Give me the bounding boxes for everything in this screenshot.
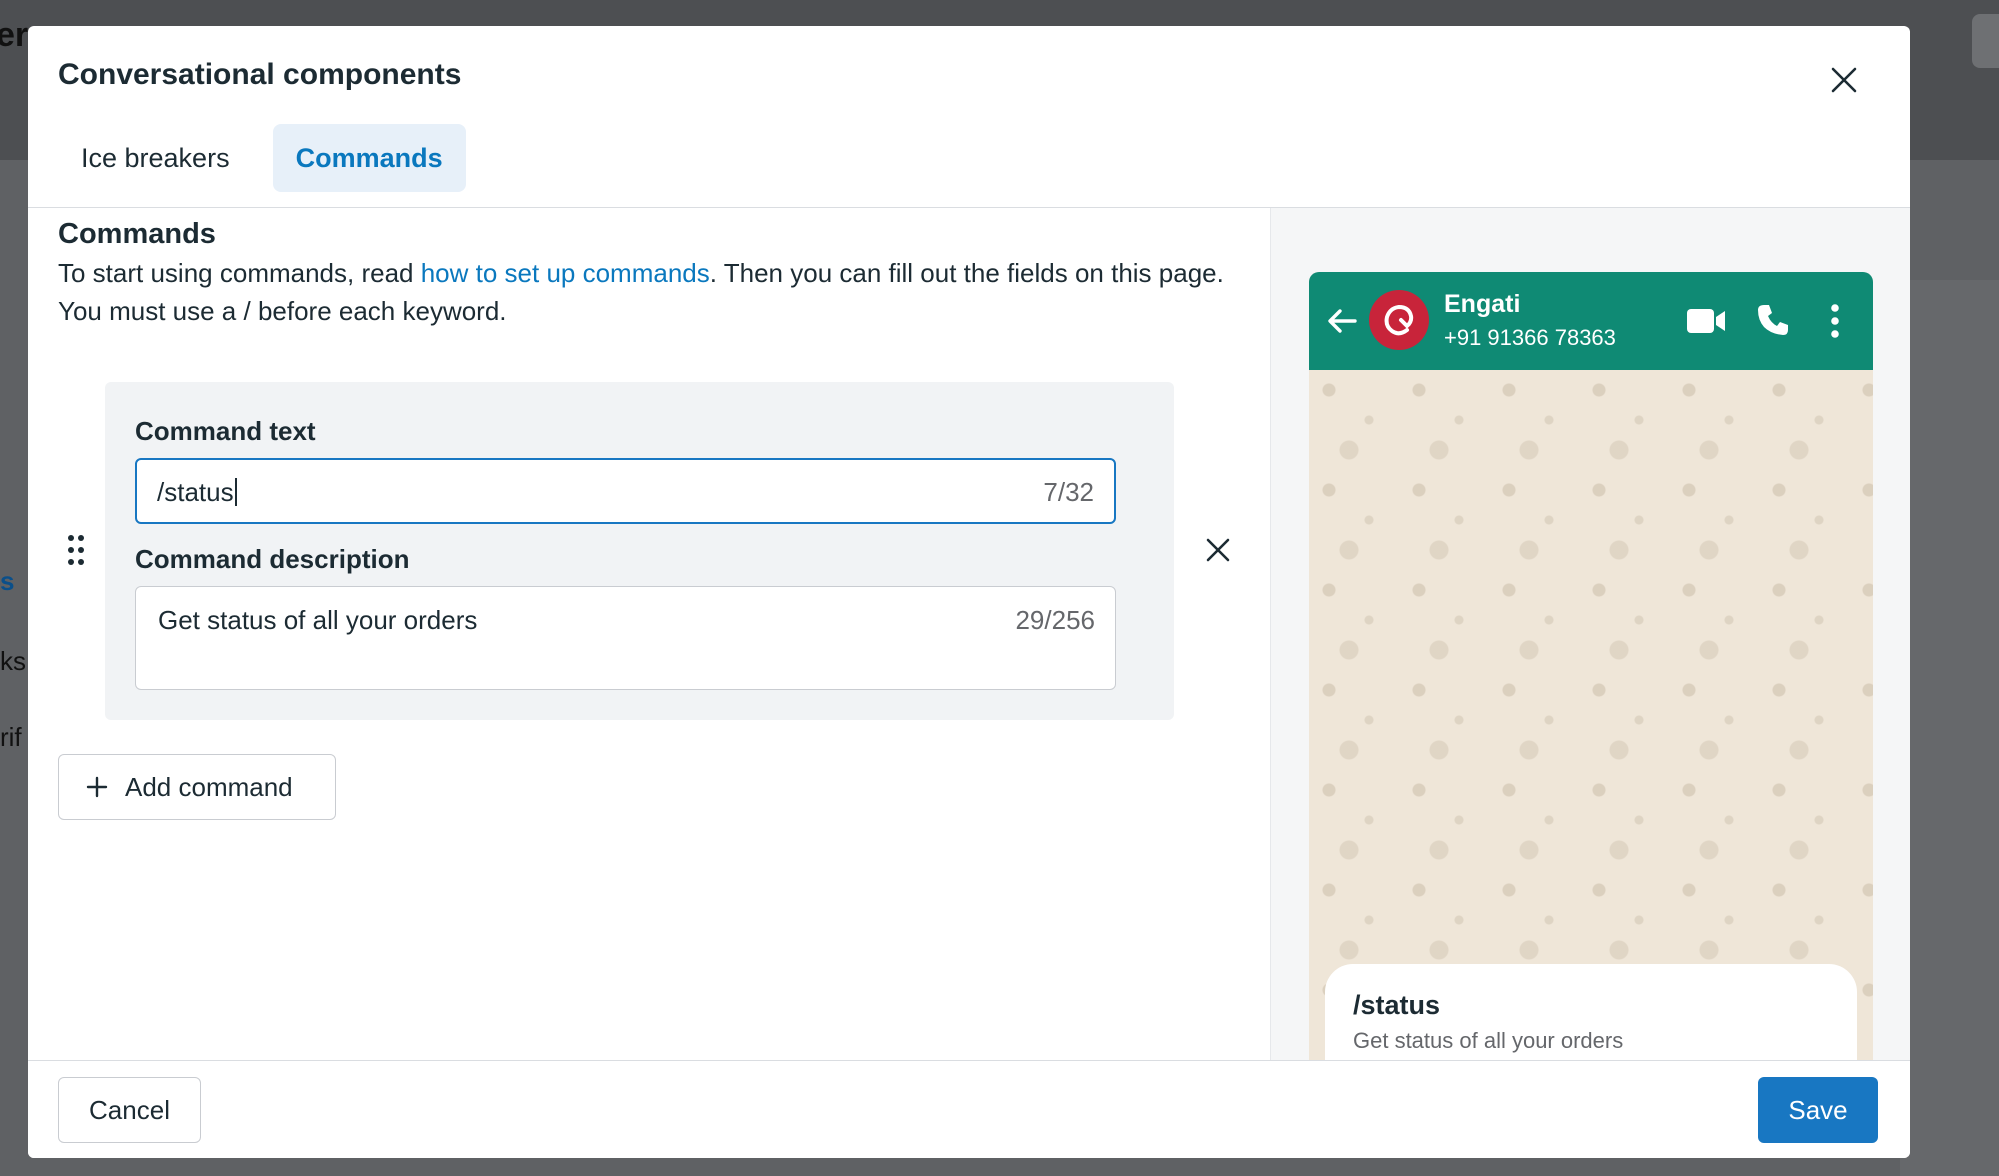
command-card: Command text /status 7/32 Command descri… <box>105 382 1174 720</box>
commands-editor: Commands To start using commands, read h… <box>28 208 1270 1060</box>
background-text-fragment: rif <box>0 722 22 752</box>
modal-header: Conversational components Ice breakers C… <box>28 26 1910 208</box>
command-description-value: Get status of all your orders <box>158 605 478 635</box>
conversational-components-modal: Conversational components Ice breakers C… <box>28 26 1910 1158</box>
tab-commands[interactable]: Commands <box>272 124 466 192</box>
save-button[interactable]: Save <box>1758 1077 1878 1143</box>
close-icon <box>1206 538 1230 562</box>
video-call-icon <box>1687 309 1725 333</box>
back-arrow-icon <box>1328 309 1357 333</box>
modal-content: Commands To start using commands, read h… <box>28 208 1910 1072</box>
chat-header: Engati +91 91366 78363 <box>1309 272 1873 370</box>
drag-handle-icon <box>68 535 84 565</box>
business-name: Engati <box>1444 290 1521 318</box>
description-text: To start using commands, read <box>58 258 421 288</box>
popup-command: /status <box>1353 990 1441 1020</box>
close-icon <box>1831 67 1857 93</box>
drag-handle[interactable] <box>64 530 88 570</box>
remove-command-button[interactable] <box>1198 530 1238 570</box>
command-description-input[interactable]: Get status of all your orders 29/256 <box>135 586 1116 690</box>
tab-ice-breakers[interactable]: Ice breakers <box>58 124 253 192</box>
command-text-input[interactable]: /status 7/32 <box>135 458 1116 524</box>
business-phone-number: +91 91366 78363 <box>1444 325 1616 350</box>
command-text-label: Command text <box>135 416 316 446</box>
popup-description: Get status of all your orders <box>1353 1028 1624 1053</box>
section-title: Commands <box>58 218 216 250</box>
background-text-fragment: er <box>0 16 29 54</box>
avatar <box>1369 290 1429 350</box>
background-text-fragment: ks <box>0 646 26 676</box>
add-command-button[interactable]: Add command <box>58 754 336 820</box>
add-command-label: Add command <box>125 771 293 802</box>
cancel-button[interactable]: Cancel <box>58 1077 201 1143</box>
command-text-value: /status <box>157 477 237 508</box>
close-modal-button[interactable] <box>1824 60 1864 100</box>
engati-logo-icon <box>1384 304 1414 336</box>
more-options-icon <box>1831 304 1839 338</box>
command-description-counter: 29/256 <box>1015 605 1095 635</box>
plus-icon <box>86 776 108 798</box>
whatsapp-preview: Engati +91 91366 78363 /status Get statu… <box>1309 272 1873 1072</box>
phone-call-icon <box>1758 305 1788 335</box>
command-description-label: Command description <box>135 544 410 574</box>
modal-title: Conversational components <box>58 58 462 91</box>
text-caret <box>234 478 237 506</box>
command-suggestion-popup: /status Get status of all your orders <box>1325 964 1857 1072</box>
background-button <box>1972 14 1999 68</box>
preview-panel: Engati +91 91366 78363 /status Get statu… <box>1270 208 1910 1072</box>
how-to-set-up-commands-link[interactable]: how to set up commands <box>421 258 710 288</box>
command-text-counter: 7/32 <box>1043 477 1094 507</box>
background-panel <box>1900 280 1999 1176</box>
tab-bar: Ice breakers Commands <box>58 124 466 192</box>
section-description: To start using commands, read how to set… <box>58 254 1238 330</box>
modal-footer: Cancel Save <box>28 1060 1910 1158</box>
background-text-fragment: s <box>0 566 15 596</box>
